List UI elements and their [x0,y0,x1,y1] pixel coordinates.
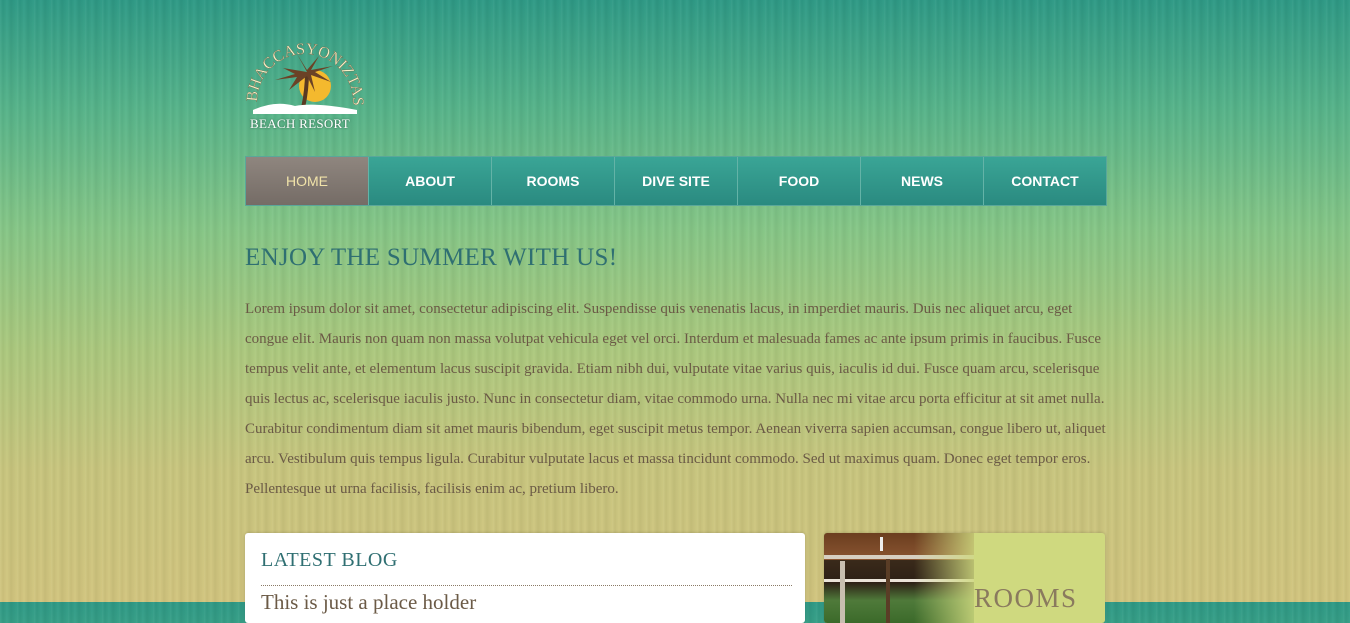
rooms-card[interactable]: ROOMS [824,533,1105,623]
nav-news[interactable]: NEWS [860,157,983,205]
nav-about[interactable]: ABOUT [368,157,491,205]
blog-divider [261,585,792,586]
resort-logo[interactable]: BHACCASYONIZTAS BEACH RESORT [245,20,365,135]
nav-rooms[interactable]: ROOMS [491,157,614,205]
palm-logo-icon: BHACCASYONIZTAS [245,41,365,114]
main-nav: HOME ABOUT ROOMS DIVE SITE FOOD NEWS CON… [245,156,1107,206]
logo-subtitle: BEACH RESORT [250,116,350,131]
nav-contact[interactable]: CONTACT [983,157,1106,205]
nav-home[interactable]: HOME [246,157,368,205]
nav-dive-site[interactable]: DIVE SITE [614,157,737,205]
blog-title: LATEST BLOG [261,549,398,571]
blog-post-title[interactable]: This is just a place holder [261,590,476,615]
page-headline: ENJOY THE SUMMER WITH US! [245,244,618,271]
intro-paragraph: Lorem ipsum dolor sit amet, consectetur … [245,301,1106,497]
rooms-card-label: ROOMS [974,583,1078,613]
latest-blog-card: LATEST BLOG This is just a place holder [245,533,805,623]
nav-food[interactable]: FOOD [737,157,860,205]
